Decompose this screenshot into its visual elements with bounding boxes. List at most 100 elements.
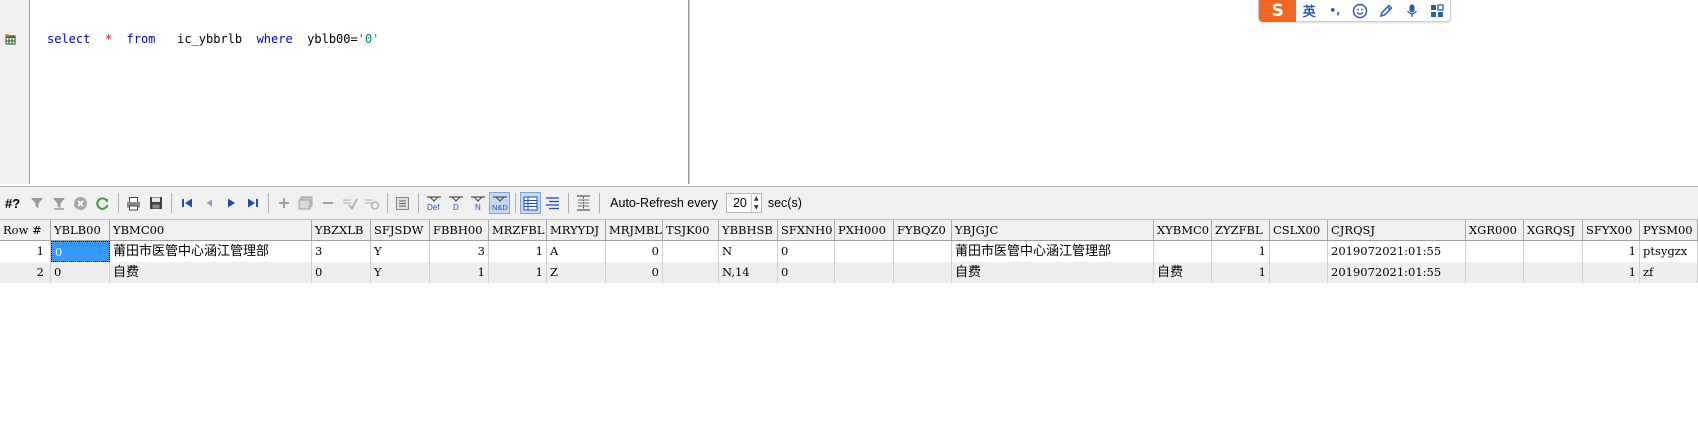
spin-up-icon[interactable]: ▲ [752, 194, 761, 203]
cell-ybmc00[interactable]: 莆田市医管中心涵江管理部 [110, 241, 312, 262]
cancel-icon[interactable] [70, 192, 91, 214]
cell-mrjmbl[interactable]: 0 [606, 262, 663, 283]
cell-pysm00[interactable]: ptsygzx [1640, 241, 1698, 262]
column-header-fbbh00[interactable]: FBBH00 [430, 220, 489, 240]
cell-cjrqsj[interactable]: 2019072021:01:55 [1328, 241, 1466, 262]
column-header-xgr000[interactable]: XGR000 [1466, 220, 1524, 240]
next-record-icon[interactable] [220, 192, 241, 214]
cell-tsjk00[interactable] [663, 262, 719, 283]
last-record-icon[interactable] [242, 192, 263, 214]
cell-xybmc0[interactable] [1154, 241, 1212, 262]
show-nd-icon[interactable]: N&D [489, 192, 511, 214]
filter-icon[interactable] [26, 192, 47, 214]
cell-yblb00[interactable]: 0 [51, 262, 110, 283]
table-row[interactable]: 2 0 自费 0 Y 1 1 Z 0 N,14 0 自费 自费 1 2019072021:01:55 1 zf [0, 262, 1698, 283]
column-header-yblb00[interactable]: YBLB00 [51, 220, 110, 240]
cell-ybzxlb[interactable]: 3 [312, 241, 371, 262]
prior-record-icon[interactable] [198, 192, 219, 214]
cell-ybjgjc[interactable]: 莆田市医管中心涵江管理部 [952, 241, 1154, 262]
sql-statement[interactable]: select * from ic_ybbrlb where yblb00='0' [47, 32, 379, 46]
cell-sfjsdw[interactable]: Y [371, 262, 430, 283]
refresh-interval-value[interactable]: 20 [727, 196, 751, 210]
cell-ybzxlb[interactable]: 0 [312, 262, 371, 283]
result-grid[interactable]: Row # YBLB00 YBMC00 YBZXLB SFJSDW FBBH00 MRZFB… [0, 219, 1698, 283]
cell-ybbhsb[interactable]: N [719, 241, 778, 262]
cell-sfyx00[interactable]: 1 [1583, 241, 1640, 262]
cell-pysm00[interactable]: zf [1640, 262, 1698, 283]
spin-down-icon[interactable]: ▼ [752, 203, 761, 212]
insert-record-icon[interactable] [273, 192, 294, 214]
grid-view-icon[interactable] [520, 192, 542, 214]
column-header-sfxnh0[interactable]: SFXNH0 [778, 220, 835, 240]
cell-sfxnh0[interactable]: 0 [778, 241, 835, 262]
refresh-interval-spinner[interactable]: 20 ▲ ▼ [725, 193, 762, 213]
show-n-icon[interactable]: N [467, 192, 488, 214]
cancel-edit-icon[interactable] [361, 192, 382, 214]
cell-fybqz0[interactable] [894, 241, 952, 262]
column-header-ybmc00[interactable]: YBMC00 [110, 220, 312, 240]
column-header-mrzfbl[interactable]: MRZFBL [489, 220, 547, 240]
cell-xgrqsj[interactable] [1524, 262, 1583, 283]
column-header-pysm00[interactable]: PYSM00 [1640, 220, 1698, 240]
post-record-icon[interactable] [339, 192, 360, 214]
ime-punctuation-toggle[interactable]: •, [1322, 0, 1348, 22]
cell-fybqz0[interactable] [894, 262, 952, 283]
column-header-sfjsdw[interactable]: SFJSDW [371, 220, 430, 240]
cell-yblb00[interactable]: 0 [51, 241, 110, 262]
cell-xgrqsj[interactable] [1524, 241, 1583, 262]
column-header-fybqz0[interactable]: FYBQZ0 [894, 220, 952, 240]
column-header-sfyx00[interactable]: SFYX00 [1583, 220, 1640, 240]
save-icon[interactable] [145, 192, 166, 214]
first-record-icon[interactable] [176, 192, 197, 214]
show-default-icon[interactable]: Def [423, 192, 444, 214]
cell-cslx00[interactable] [1270, 241, 1328, 262]
column-header-ybjgjc[interactable]: YBJGJC [952, 220, 1154, 240]
cell-ybbhsb[interactable]: N,14 [719, 262, 778, 283]
column-header-mrjmbl[interactable]: MRJMBL [606, 220, 663, 240]
pen-icon[interactable] [1373, 0, 1399, 22]
cell-mrzfbl[interactable]: 1 [489, 262, 547, 283]
cell-ybmc00[interactable]: 自费 [110, 262, 312, 283]
query-by-example-label[interactable]: #? [5, 196, 20, 211]
cell-tsjk00[interactable] [663, 241, 719, 262]
cell-zyzfbl[interactable]: 1 [1212, 241, 1270, 262]
cell-zyzfbl[interactable]: 1 [1212, 262, 1270, 283]
cell-sfyx00[interactable]: 1 [1583, 262, 1640, 283]
cell-row[interactable]: 2 [0, 262, 51, 283]
grid-icon[interactable] [1424, 0, 1450, 22]
single-record-view-icon[interactable] [392, 192, 413, 214]
auto-size-icon[interactable] [573, 192, 594, 214]
filter-clear-icon[interactable] [48, 192, 69, 214]
cell-sfxnh0[interactable]: 0 [778, 262, 835, 283]
microphone-icon[interactable] [1399, 0, 1425, 22]
column-header-ybzxlb[interactable]: YBZXLB [312, 220, 371, 240]
column-header-cjrqsj[interactable]: CJRQSJ [1328, 220, 1466, 240]
text-view-icon[interactable] [542, 192, 563, 214]
cell-xgr000[interactable] [1466, 262, 1524, 283]
cell-mrzfbl[interactable]: 1 [489, 241, 547, 262]
cell-xgr000[interactable] [1466, 241, 1524, 262]
cell-pxh000[interactable] [835, 241, 894, 262]
cell-mryydj[interactable]: A [547, 241, 606, 262]
cell-ybjgjc[interactable]: 自费 [952, 262, 1154, 283]
sql-text-pane[interactable]: select * from ic_ybbrlb where yblb00='0' [31, 0, 688, 184]
delete-record-icon[interactable] [317, 192, 338, 214]
ime-logo-icon[interactable]: S [1259, 0, 1297, 22]
column-header-ybbhsb[interactable]: YBBHSB [719, 220, 778, 240]
column-header-xgrqsj[interactable]: XGRQSJ [1524, 220, 1583, 240]
table-row[interactable]: 1 0 莆田市医管中心涵江管理部 3 Y 3 1 A 0 N 0 莆田市医管中心涵江管理部 1 20190… [0, 241, 1698, 262]
cell-sfjsdw[interactable]: Y [371, 241, 430, 262]
cell-mryydj[interactable]: Z [547, 262, 606, 283]
show-d-icon[interactable]: D [445, 192, 466, 214]
print-icon[interactable] [123, 192, 144, 214]
cell-cjrqsj[interactable]: 2019072021:01:55 [1328, 262, 1466, 283]
cell-fbbh00[interactable]: 1 [430, 262, 489, 283]
column-header-row[interactable]: Row # [0, 220, 51, 240]
column-header-zyzfbl[interactable]: ZYZFBL [1212, 220, 1270, 240]
column-header-xybmc0[interactable]: XYBMC0 [1154, 220, 1212, 240]
column-header-cslx00[interactable]: CSLX00 [1270, 220, 1328, 240]
column-header-pxh000[interactable]: PXH000 [835, 220, 894, 240]
spinner-arrows[interactable]: ▲ ▼ [750, 194, 761, 212]
ime-toolbar[interactable]: S 英 •, [1258, 0, 1451, 22]
column-header-mryydj[interactable]: MRYYDJ [547, 220, 606, 240]
